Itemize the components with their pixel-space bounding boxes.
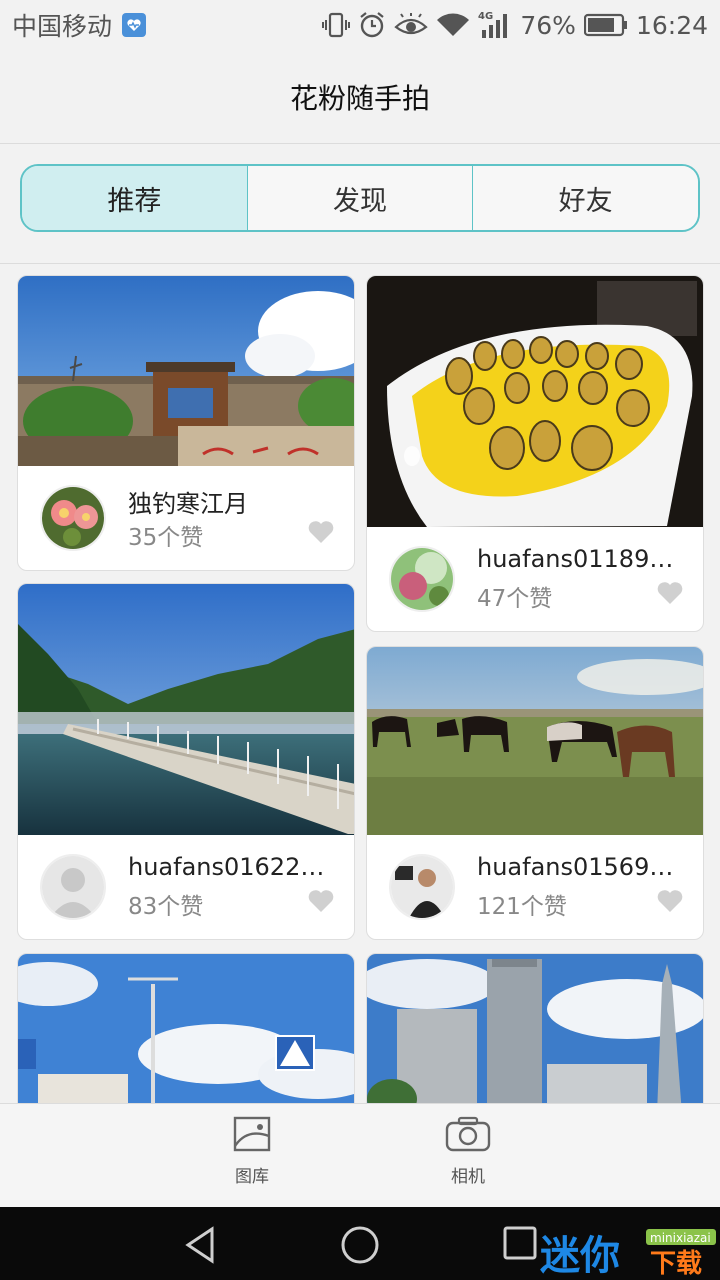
feed-card[interactable]: [366, 953, 704, 1103]
avatar[interactable]: [40, 854, 106, 920]
heart-icon[interactable]: [308, 889, 334, 913]
back-icon[interactable]: [182, 1225, 218, 1265]
author-name[interactable]: huafans015698...: [477, 853, 677, 881]
bottom-nav: 图库 相机: [0, 1103, 720, 1207]
segmented-tabs: 推荐 发现 好友: [20, 164, 700, 232]
clock-time: 16:24: [635, 10, 708, 40]
battery-icon: [583, 13, 628, 37]
author-name[interactable]: huafans016224...: [128, 853, 328, 881]
tabs-container: 推荐 发现 好友: [0, 144, 720, 264]
status-bar: 中国移动 4G 76% 16:24: [0, 0, 720, 50]
author-name[interactable]: huafans011899...: [477, 545, 677, 573]
watermark-site: minixiazai: [650, 1231, 711, 1245]
card-meta: huafans016224... 83个赞: [18, 835, 354, 939]
like-count: 121个赞: [477, 894, 567, 920]
nav-gallery-label: 图库: [235, 1167, 269, 1187]
like-count: 83个赞: [128, 894, 204, 920]
feed-photo-street-sign[interactable]: [18, 954, 354, 1103]
avatar[interactable]: [389, 546, 455, 612]
like-count: 47个赞: [477, 586, 553, 612]
nav-gallery[interactable]: 图库: [192, 1116, 312, 1187]
alarm-icon: [358, 11, 386, 39]
tab-discover[interactable]: 发现: [247, 166, 474, 230]
svg-text:迷你: 迷你: [540, 1233, 620, 1277]
card-meta: 独钓寒江月 35个赞: [18, 466, 354, 570]
wifi-icon: [436, 12, 470, 38]
nav-camera-label: 相机: [451, 1167, 485, 1187]
feed-card[interactable]: huafans011899... 47个赞: [366, 275, 704, 632]
vibrate-icon: [322, 12, 351, 38]
nav-camera[interactable]: 相机: [408, 1116, 528, 1187]
home-icon[interactable]: [340, 1225, 380, 1265]
feed-photo-skyline[interactable]: [367, 954, 703, 1103]
author-name[interactable]: 独钓寒江月: [128, 484, 328, 519]
card-meta: huafans015698... 121个赞: [367, 835, 703, 939]
camera-icon: [445, 1116, 491, 1152]
carrier-name: 中国移动: [12, 12, 113, 41]
battery-percent: 76%: [520, 10, 576, 40]
like-count: 35个赞: [128, 525, 204, 551]
tab-recommended[interactable]: 推荐: [22, 166, 248, 230]
feed-card[interactable]: huafans015698... 121个赞: [366, 646, 704, 940]
avatar[interactable]: [40, 485, 106, 551]
tab-friends[interactable]: 好友: [473, 166, 698, 230]
recents-icon[interactable]: [502, 1225, 538, 1261]
title-bar: 花粉随手拍: [0, 50, 720, 144]
feed-photo-lake-pier[interactable]: [18, 584, 354, 835]
watermark-logo: 迷你 minixiazai 下载: [538, 1225, 718, 1277]
card-meta: huafans011899... 47个赞: [367, 527, 703, 631]
feed-photo-horses[interactable]: [367, 647, 703, 835]
feed-card[interactable]: [17, 953, 355, 1103]
heart-icon[interactable]: [657, 889, 683, 913]
system-nav-bar: 迷你 minixiazai 下载: [0, 1207, 720, 1280]
signal-icon: 4G: [478, 10, 512, 40]
feed-photo-great-wall[interactable]: [18, 276, 354, 466]
heart-icon[interactable]: [657, 581, 683, 605]
heart-rate-icon: [122, 13, 147, 37]
eye-comfort-icon: [394, 13, 429, 37]
page-title: 花粉随手拍: [289, 81, 430, 115]
network-type: 4G: [478, 11, 493, 22]
gallery-icon: [233, 1116, 271, 1152]
svg-text:下载: 下载: [650, 1249, 702, 1277]
feed-card[interactable]: 独钓寒江月 35个赞: [17, 275, 355, 571]
feed-photo-dessert-plate[interactable]: [367, 276, 703, 527]
photo-feed[interactable]: 独钓寒江月 35个赞 huafans016224... 83个赞 huafans…: [0, 265, 720, 1103]
avatar[interactable]: [389, 854, 455, 920]
heart-icon[interactable]: [308, 520, 334, 544]
feed-card[interactable]: huafans016224... 83个赞: [17, 583, 355, 940]
